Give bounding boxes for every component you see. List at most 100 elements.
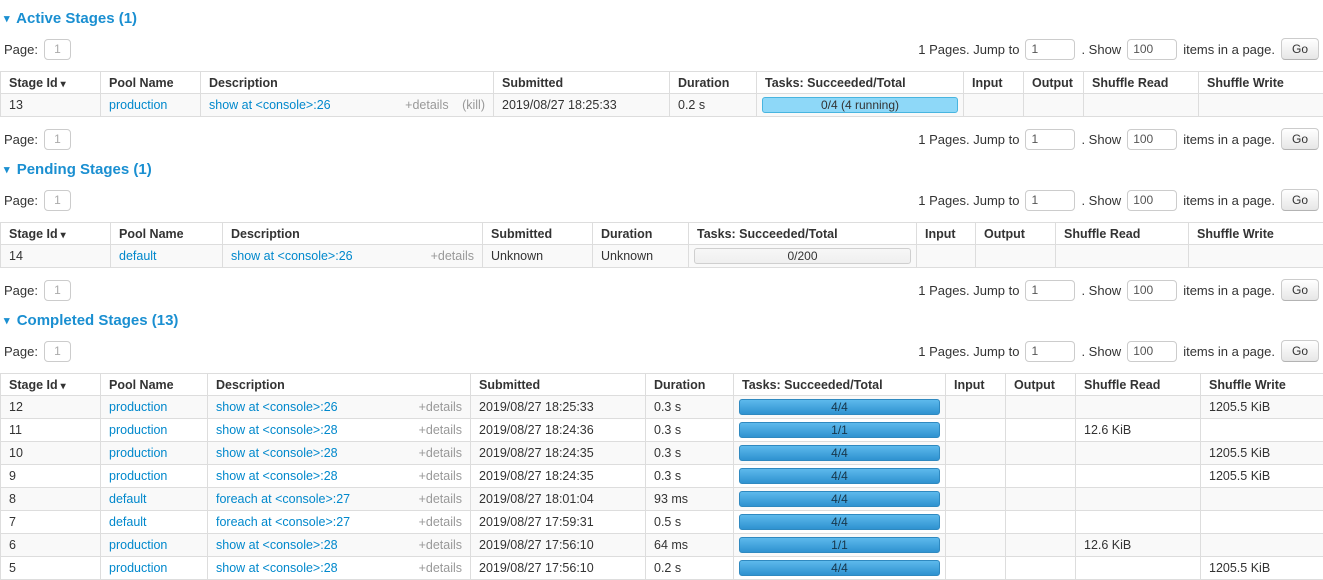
- pool-name-link[interactable]: production: [109, 98, 167, 112]
- col-shuffle-read[interactable]: Shuffle Read: [1076, 374, 1201, 396]
- description-link[interactable]: show at <console>:28: [216, 446, 338, 460]
- col-duration[interactable]: Duration: [670, 72, 757, 94]
- pool-name-cell: default: [101, 511, 208, 534]
- pool-name-link[interactable]: production: [109, 423, 167, 437]
- description-link[interactable]: foreach at <console>:27: [216, 515, 350, 529]
- col-submitted[interactable]: Submitted: [483, 223, 593, 245]
- jump-to-input[interactable]: [1025, 280, 1075, 301]
- input-cell: [964, 94, 1024, 117]
- go-button[interactable]: Go: [1281, 38, 1319, 60]
- section-title-text: Pending Stages (1): [17, 161, 152, 178]
- jump-to-input[interactable]: [1025, 129, 1075, 150]
- details-toggle[interactable]: +details: [419, 469, 462, 483]
- details-toggle[interactable]: +details: [419, 400, 462, 414]
- details-toggle[interactable]: +details: [431, 249, 474, 263]
- col-shuffle-read[interactable]: Shuffle Read: [1056, 223, 1189, 245]
- jump-to-input[interactable]: [1025, 39, 1075, 60]
- col-shuffle-write[interactable]: Shuffle Write: [1201, 374, 1323, 396]
- active-stages-header[interactable]: ▾ Active Stages (1): [4, 10, 1319, 27]
- col-input[interactable]: Input: [964, 72, 1024, 94]
- show-items-input[interactable]: [1127, 341, 1177, 362]
- go-button[interactable]: Go: [1281, 128, 1319, 150]
- col-shuffle-write[interactable]: Shuffle Write: [1199, 72, 1323, 94]
- show-items-input[interactable]: [1127, 190, 1177, 211]
- pool-name-link[interactable]: default: [119, 249, 157, 263]
- completed-stages-header[interactable]: ▾ Completed Stages (13): [4, 312, 1319, 329]
- pool-name-link[interactable]: production: [109, 400, 167, 414]
- table-row: 8 default foreach at <console>:27 +detai…: [1, 488, 1323, 511]
- pool-name-link[interactable]: default: [109, 492, 147, 506]
- shuffle-write-cell: [1201, 488, 1323, 511]
- details-toggle[interactable]: +details: [419, 561, 462, 575]
- col-stage-id[interactable]: Stage Id▾: [1, 223, 111, 245]
- col-pool-name[interactable]: Pool Name: [101, 72, 201, 94]
- go-button[interactable]: Go: [1281, 189, 1319, 211]
- description-link[interactable]: show at <console>:28: [216, 423, 338, 437]
- output-cell: [1006, 419, 1076, 442]
- col-description[interactable]: Description: [208, 374, 471, 396]
- jump-to-input[interactable]: [1025, 190, 1075, 211]
- col-submitted[interactable]: Submitted: [494, 72, 670, 94]
- page-number-input[interactable]: [44, 129, 71, 150]
- page-number-input[interactable]: [44, 280, 71, 301]
- kill-link[interactable]: (kill): [462, 98, 485, 112]
- details-toggle[interactable]: +details: [419, 446, 462, 460]
- tasks-cell: 1/1: [734, 419, 946, 442]
- task-progress-bar: 4/4: [739, 468, 940, 484]
- col-pool-name[interactable]: Pool Name: [101, 374, 208, 396]
- pool-name-link[interactable]: production: [109, 446, 167, 460]
- details-toggle[interactable]: +details: [419, 492, 462, 506]
- page-number-input[interactable]: [44, 39, 71, 60]
- details-toggle[interactable]: +details: [419, 515, 462, 529]
- col-tasks[interactable]: Tasks: Succeeded/Total: [734, 374, 946, 396]
- page-number-input[interactable]: [44, 190, 71, 211]
- show-items-input[interactable]: [1127, 129, 1177, 150]
- show-items-input[interactable]: [1127, 280, 1177, 301]
- go-button[interactable]: Go: [1281, 279, 1319, 301]
- task-progress-bar: 0/4 (4 running): [762, 97, 958, 113]
- pool-name-link[interactable]: production: [109, 561, 167, 575]
- shuffle-write-cell: [1201, 534, 1323, 557]
- pending-stages-header[interactable]: ▾ Pending Stages (1): [4, 161, 1319, 178]
- col-output[interactable]: Output: [1006, 374, 1076, 396]
- details-toggle[interactable]: +details: [405, 98, 448, 112]
- pages-count-text: 1 Pages. Jump to: [918, 344, 1019, 359]
- go-button[interactable]: Go: [1281, 340, 1319, 362]
- duration-cell: 0.5 s: [646, 511, 734, 534]
- items-text: items in a page.: [1183, 283, 1275, 298]
- pool-name-link[interactable]: default: [109, 515, 147, 529]
- input-cell: [946, 557, 1006, 580]
- col-tasks[interactable]: Tasks: Succeeded/Total: [689, 223, 917, 245]
- col-shuffle-write[interactable]: Shuffle Write: [1189, 223, 1323, 245]
- output-cell: [1006, 511, 1076, 534]
- description-link[interactable]: show at <console>:26: [216, 400, 338, 414]
- col-input[interactable]: Input: [917, 223, 976, 245]
- show-items-input[interactable]: [1127, 39, 1177, 60]
- description-link[interactable]: show at <console>:28: [216, 561, 338, 575]
- col-submitted[interactable]: Submitted: [471, 374, 646, 396]
- stage-id-cell: 14: [1, 245, 111, 268]
- col-output[interactable]: Output: [976, 223, 1056, 245]
- col-shuffle-read[interactable]: Shuffle Read: [1084, 72, 1199, 94]
- col-duration[interactable]: Duration: [646, 374, 734, 396]
- col-stage-id[interactable]: Stage Id▾: [1, 374, 101, 396]
- pool-name-link[interactable]: production: [109, 469, 167, 483]
- description-link[interactable]: show at <console>:26: [209, 98, 331, 112]
- details-toggle[interactable]: +details: [419, 423, 462, 437]
- col-description[interactable]: Description: [201, 72, 494, 94]
- description-link[interactable]: foreach at <console>:27: [216, 492, 350, 506]
- col-input[interactable]: Input: [946, 374, 1006, 396]
- tasks-cell: 1/1: [734, 534, 946, 557]
- col-stage-id[interactable]: Stage Id▾: [1, 72, 101, 94]
- col-pool-name[interactable]: Pool Name: [111, 223, 223, 245]
- jump-to-input[interactable]: [1025, 341, 1075, 362]
- col-description[interactable]: Description: [223, 223, 483, 245]
- col-duration[interactable]: Duration: [593, 223, 689, 245]
- description-link[interactable]: show at <console>:28: [216, 469, 338, 483]
- description-link[interactable]: show at <console>:26: [231, 249, 353, 263]
- col-output[interactable]: Output: [1024, 72, 1084, 94]
- page-label: Page:: [4, 132, 38, 147]
- col-tasks[interactable]: Tasks: Succeeded/Total: [757, 72, 964, 94]
- page-number-input[interactable]: [44, 341, 71, 362]
- output-cell: [1006, 534, 1076, 557]
